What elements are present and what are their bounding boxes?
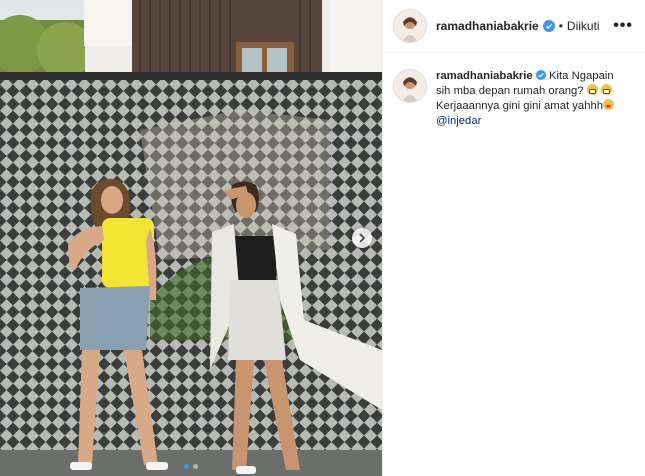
caption-line-2: Kerjaaannya gini gini amat yahhh [436,100,604,112]
verified-badge-icon [535,70,546,80]
post-caption: ramadhaniabakrie Kita Ngapain sih mba de… [383,53,645,129]
instagram-post: ramadhaniabakrie • Diikuti ••• ramadhani… [0,0,645,476]
header-separator: • [558,19,563,33]
caption-mention-link[interactable]: @injedar [436,115,481,127]
profile-picture [394,10,426,42]
carousel-dot-1 [184,464,189,469]
caption-avatar[interactable] [393,69,427,103]
post-photo [0,0,382,476]
avatar[interactable] [393,9,427,43]
profile-picture [394,70,426,102]
caption-text: ramadhaniabakrie Kita Ngapain sih mba de… [436,69,626,129]
post-media[interactable] [0,0,382,476]
more-options-button[interactable]: ••• [613,17,633,35]
follow-status-button[interactable]: Diikuti [567,19,600,33]
post-author-username[interactable]: ramadhaniabakrie [436,19,539,33]
caption-username[interactable]: ramadhaniabakrie [436,70,533,82]
post-header: ramadhaniabakrie • Diikuti ••• [383,0,645,53]
verified-badge-icon [542,20,555,32]
chevron-right-icon [359,233,366,243]
yum-emoji-icon [603,99,615,110]
carousel-dot-2 [193,464,198,469]
carousel-indicator [0,464,382,469]
carousel-next-button[interactable] [352,228,372,248]
grimacing-emoji-icon [586,84,598,95]
post-sidebar: ramadhaniabakrie • Diikuti ••• ramadhani… [382,0,645,476]
grimacing-emoji-icon [600,84,612,95]
